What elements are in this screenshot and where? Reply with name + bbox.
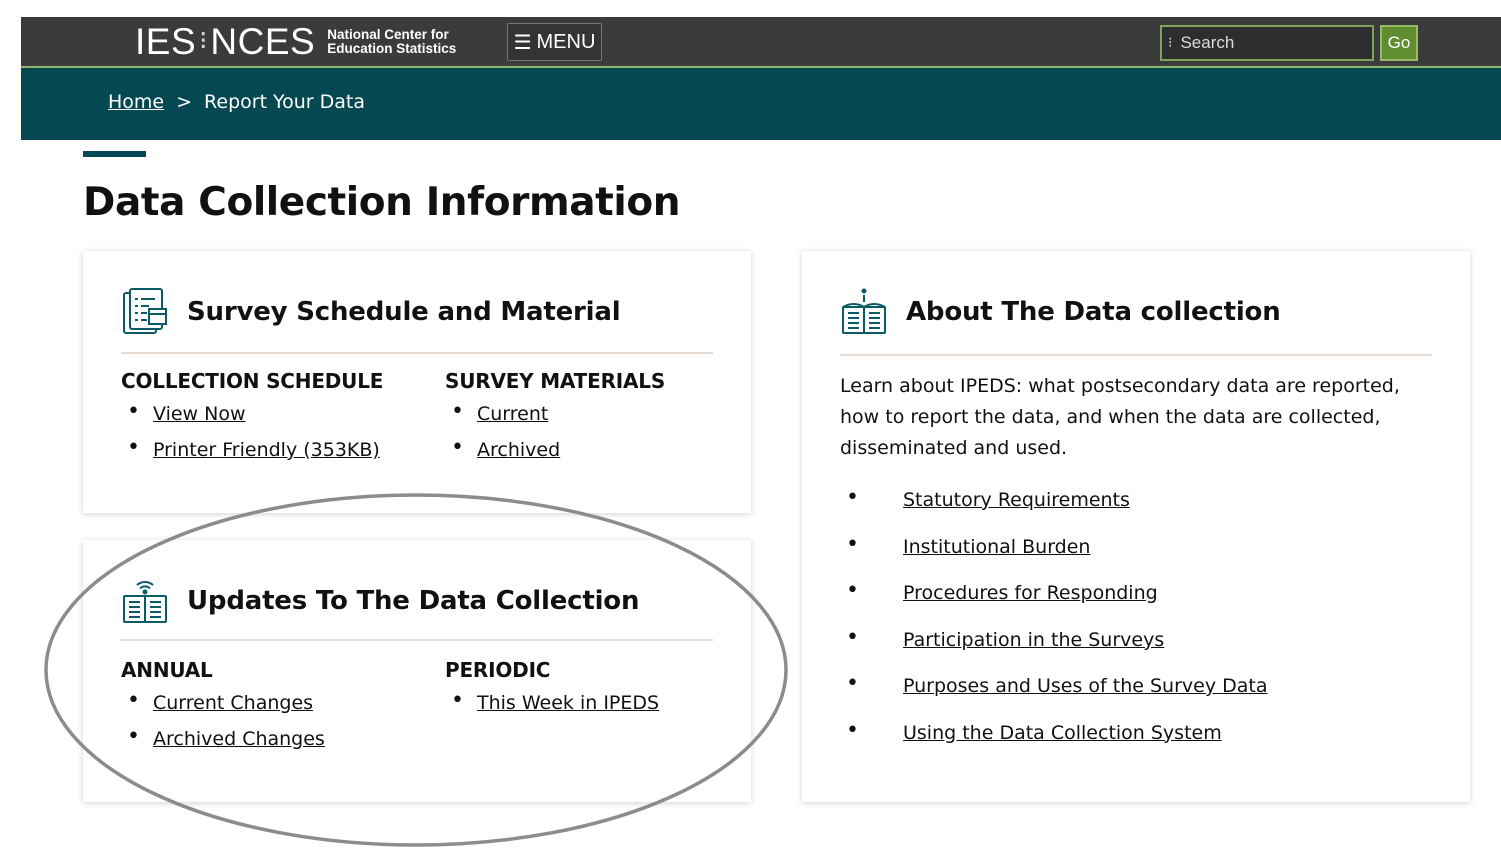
search-prompt-icon: ⁝ bbox=[1168, 35, 1173, 51]
title-accent-bar bbox=[83, 151, 146, 157]
survey-schedule-header: Survey Schedule and Material bbox=[121, 287, 621, 337]
institutional-burden-link[interactable]: Institutional Burden bbox=[903, 536, 1090, 558]
statutory-requirements-link[interactable]: Statutory Requirements bbox=[903, 489, 1130, 511]
logo-subtitle-line2: Education Statistics bbox=[327, 40, 457, 56]
current-materials-link[interactable]: Current bbox=[477, 403, 548, 425]
updates-header: Updates To The Data Collection bbox=[121, 576, 639, 626]
schedule-document-icon bbox=[123, 288, 167, 334]
breadcrumb-bar: Home > Report Your Data bbox=[21, 68, 1501, 140]
archived-materials-link[interactable]: Archived bbox=[477, 439, 560, 461]
annual-heading: ANNUAL bbox=[121, 658, 213, 682]
list-item: Institutional Burden bbox=[840, 534, 1267, 583]
list-item: Participation in the Surveys bbox=[840, 627, 1267, 676]
breadcrumb: Home > Report Your Data bbox=[108, 68, 365, 136]
printer-friendly-link[interactable]: Printer Friendly (353KB) bbox=[153, 439, 380, 461]
current-changes-link[interactable]: Current Changes bbox=[153, 692, 313, 714]
about-links-list: Statutory Requirements Institutional Bur… bbox=[840, 487, 1267, 769]
list-item: This Week in IPEDS bbox=[445, 690, 659, 728]
periodic-heading: PERIODIC bbox=[445, 658, 551, 682]
survey-materials-column: SURVEY MATERIALS Current Archived bbox=[445, 369, 665, 475]
list-item: Purposes and Uses of the Survey Data bbox=[840, 673, 1267, 722]
list-item: Archived Changes bbox=[121, 726, 325, 764]
collection-schedule-heading: COLLECTION SCHEDULE bbox=[121, 369, 384, 393]
card-divider bbox=[121, 352, 713, 354]
list-item: View Now bbox=[121, 401, 383, 439]
list-item: Current Changes bbox=[121, 690, 325, 728]
breadcrumb-separator: > bbox=[176, 91, 193, 113]
logo-subtitle: National Center for Education Statistics bbox=[327, 26, 457, 56]
top-navigation-bar: IES ⁝ NCES National Center for Education… bbox=[21, 17, 1501, 66]
logo-subtitle-line1: National Center for bbox=[327, 26, 449, 42]
updates-title: Updates To The Data Collection bbox=[187, 586, 640, 616]
annual-column: ANNUAL Current Changes Archived Changes bbox=[121, 658, 325, 764]
list-item: Printer Friendly (353KB) bbox=[121, 437, 383, 475]
book-info-icon bbox=[842, 288, 886, 334]
archived-changes-link[interactable]: Archived Changes bbox=[153, 728, 325, 750]
book-update-icon bbox=[123, 581, 167, 623]
participation-in-surveys-link[interactable]: Participation in the Surveys bbox=[903, 629, 1164, 651]
hamburger-icon: ☰ bbox=[513, 31, 532, 54]
survey-schedule-title: Survey Schedule and Material bbox=[187, 297, 621, 327]
breadcrumb-current: Report Your Data bbox=[204, 91, 366, 113]
logo-nces-text: NCES bbox=[210, 20, 316, 62]
about-description: Learn about IPEDS: what postsecondary da… bbox=[840, 375, 1400, 459]
menu-label: MENU bbox=[536, 30, 596, 53]
search-box: ⁝ bbox=[1160, 25, 1374, 61]
procedures-for-responding-link[interactable]: Procedures for Responding bbox=[903, 582, 1158, 604]
breadcrumb-home-link[interactable]: Home bbox=[108, 91, 164, 113]
list-item: Statutory Requirements bbox=[840, 487, 1267, 536]
periodic-column: PERIODIC This Week in IPEDS bbox=[445, 658, 659, 728]
search-input[interactable] bbox=[1180, 33, 1351, 53]
list-item: Procedures for Responding bbox=[840, 580, 1267, 629]
menu-button[interactable]: ☰ MENU bbox=[507, 23, 602, 61]
logo-separator-icon: ⁝ bbox=[199, 25, 208, 56]
about-header: About The Data collection bbox=[840, 287, 1281, 337]
card-divider bbox=[121, 639, 713, 641]
ies-nces-logo[interactable]: IES ⁝ NCES National Center for Education… bbox=[135, 17, 456, 66]
updates-card: Updates To The Data Collection ANNUAL Cu… bbox=[83, 540, 751, 802]
collection-schedule-list: View Now Printer Friendly (353KB) bbox=[121, 401, 383, 475]
logo-ies-text: IES bbox=[135, 20, 197, 62]
survey-materials-heading: SURVEY MATERIALS bbox=[445, 369, 666, 393]
survey-materials-list: Current Archived bbox=[445, 401, 665, 475]
using-data-collection-system-link[interactable]: Using the Data Collection System bbox=[903, 722, 1222, 744]
view-now-link[interactable]: View Now bbox=[153, 403, 246, 425]
go-button[interactable]: Go bbox=[1380, 25, 1418, 61]
purposes-and-uses-link[interactable]: Purposes and Uses of the Survey Data bbox=[903, 675, 1267, 697]
about-title: About The Data collection bbox=[906, 297, 1281, 327]
list-item: Archived bbox=[445, 437, 665, 475]
page-title: Data Collection Information bbox=[83, 180, 681, 225]
periodic-list: This Week in IPEDS bbox=[445, 690, 659, 728]
annual-list: Current Changes Archived Changes bbox=[121, 690, 325, 764]
card-divider bbox=[840, 354, 1432, 356]
collection-schedule-column: COLLECTION SCHEDULE View Now Printer Fri… bbox=[121, 369, 383, 475]
this-week-in-ipeds-link[interactable]: This Week in IPEDS bbox=[477, 692, 659, 714]
survey-schedule-card: Survey Schedule and Material COLLECTION … bbox=[83, 251, 751, 513]
about-card: About The Data collection Learn about IP… bbox=[802, 251, 1470, 802]
list-item: Using the Data Collection System bbox=[840, 720, 1267, 769]
list-item: Current bbox=[445, 401, 665, 439]
